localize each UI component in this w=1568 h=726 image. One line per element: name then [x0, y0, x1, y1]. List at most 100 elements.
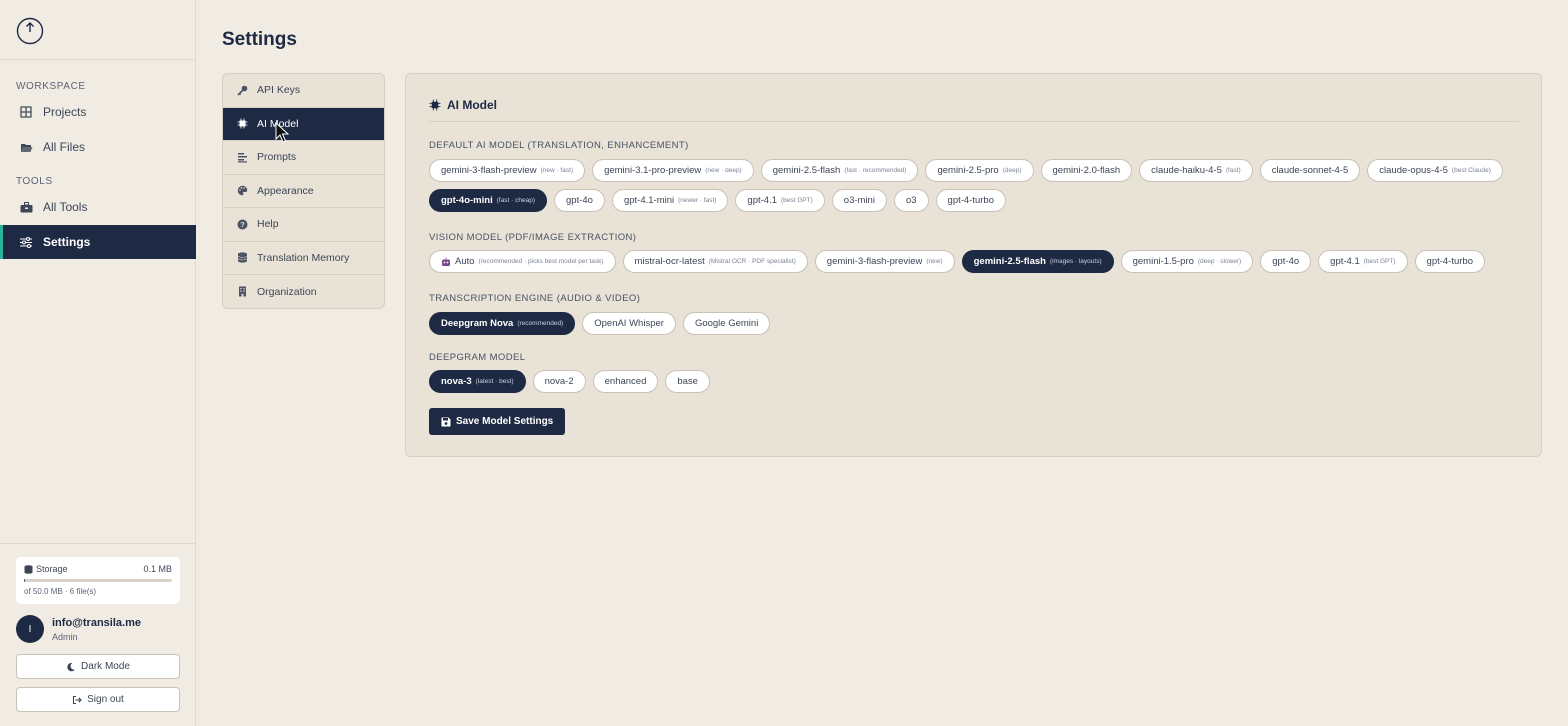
deepgram-model-label: DEEPGRAM MODEL [429, 352, 526, 363]
chip-name: mistral-ocr-latest [634, 256, 705, 267]
user-role: Admin [52, 631, 78, 642]
sidebar-item-settings[interactable]: Settings [0, 225, 196, 259]
sidebar: WORKSPACE Projects All Files TOOLS All T… [0, 0, 196, 726]
deepgram-option[interactable]: base [665, 370, 710, 393]
settings-nav: API Keys AI Model Prompts Appearance ? H… [222, 73, 385, 309]
settings-tab-ai-model[interactable]: AI Model [223, 107, 384, 141]
panel-title-text: AI Model [447, 98, 497, 112]
vision-option[interactable]: mistral-ocr-latest (Mistral OCR · PDF spe… [622, 250, 808, 273]
palette-icon [237, 185, 248, 196]
chip-name: gpt-4.1 [747, 195, 777, 206]
settings-tab-prompts[interactable]: Prompts [223, 141, 384, 175]
deepgram-option-selected[interactable]: nova-3 (latest · best) [429, 370, 526, 393]
model-option[interactable]: claude-sonnet-4-5 [1259, 159, 1361, 182]
settings-tab-help[interactable]: ? Help [223, 208, 384, 242]
avatar[interactable]: I [16, 615, 44, 643]
chip-name: nova-2 [544, 376, 574, 387]
sidebar-item-all-files[interactable]: All Files [0, 130, 196, 164]
power-logo-icon[interactable] [16, 17, 44, 45]
chip-name: nova-3 [441, 376, 472, 387]
model-option[interactable]: gpt-4-turbo [935, 189, 1007, 212]
settings-tab-organization[interactable]: Organization [223, 275, 384, 308]
chip-icon [237, 118, 248, 129]
transcription-option[interactable]: Google Gemini [682, 312, 771, 335]
dark-mode-button[interactable]: Dark Mode [16, 654, 180, 679]
section-tools: TOOLS [16, 176, 53, 187]
user-profile: I info@transila.me Admin [16, 615, 141, 643]
chip-name: gemini-2.5-flash [772, 165, 841, 176]
model-option[interactable]: gemini-3.1-pro-preview (new · deep) [592, 159, 754, 182]
vision-option-selected[interactable]: gemini-2.5-flash (images · layouts) [961, 250, 1114, 273]
model-option[interactable]: gemini-2.5-pro (deep) [925, 159, 1034, 182]
sidebar-item-projects[interactable]: Projects [0, 95, 196, 129]
vision-option[interactable]: gemini-1.5-pro (deep · slower) [1120, 250, 1254, 273]
sidebar-item-label: All Tools [43, 200, 88, 214]
vision-option[interactable]: gpt-4-turbo [1414, 250, 1486, 273]
sliders-icon [19, 235, 33, 249]
sidebar-item-label: All Files [43, 140, 86, 154]
chip-name: Auto [455, 256, 475, 267]
save-label: Save Model Settings [456, 416, 554, 427]
deepgram-option[interactable]: enhanced [592, 370, 659, 393]
model-option[interactable]: o3-mini [831, 189, 887, 212]
sign-out-button[interactable]: Sign out [16, 687, 180, 712]
chip-tag: (recommended · picks best model per task… [478, 258, 604, 265]
settings-tab-label: Prompts [257, 151, 297, 164]
transcription-option[interactable]: OpenAI Whisper [582, 312, 676, 335]
vision-option[interactable]: gpt-4o [1260, 250, 1312, 273]
model-option[interactable]: claude-haiku-4-5 (fast) [1139, 159, 1253, 182]
model-option[interactable]: gemini-3-flash-preview (new · fast) [429, 159, 586, 182]
sign-out-label: Sign out [87, 694, 124, 705]
settings-tab-translation-memory[interactable]: Translation Memory [223, 242, 384, 275]
vision-option[interactable]: gemini-3-flash-preview (new) [814, 250, 955, 273]
chip-tag: (fast · cheap) [496, 197, 536, 204]
model-option-selected[interactable]: gpt-4o-mini (fast · cheap) [429, 189, 548, 212]
model-option[interactable]: claude-opus-4-5 (best Claude) [1367, 159, 1503, 182]
chip-name: gpt-4o [566, 195, 593, 206]
chip-name: gpt-4.1-mini [623, 195, 675, 206]
chip-name: gpt-4o [1272, 256, 1300, 267]
vision-option[interactable]: gpt-4.1 (best GPT) [1318, 250, 1408, 273]
chip-name: Deepgram Nova [441, 318, 514, 329]
settings-tab-label: Translation Memory [257, 251, 350, 264]
key-icon [237, 85, 248, 96]
settings-tab-label: Help [257, 218, 279, 231]
list-icon [237, 152, 248, 163]
ai-model-panel: AI Model DEFAULT AI MODEL (TRANSLATION, … [405, 73, 1542, 457]
chip-tag: (recommended) [517, 320, 564, 327]
transcription-option-selected[interactable]: Deepgram Nova (recommended) [429, 312, 576, 335]
model-option[interactable]: gemini-2.5-flash (fast · recommended) [760, 159, 919, 182]
storage-progress-fill [24, 579, 25, 582]
grid-icon [19, 105, 33, 119]
chip-name: gemini-3-flash-preview [441, 165, 537, 176]
model-option[interactable]: o3 [893, 189, 929, 212]
sign-out-icon [72, 695, 82, 705]
chip-name: gemini-3.1-pro-preview [604, 165, 702, 176]
dark-mode-label: Dark Mode [81, 661, 130, 672]
settings-tab-label: API Keys [257, 84, 301, 97]
chip-tag: (deep) [1002, 167, 1022, 174]
chip-tag: (Mistral OCR · PDF specialist) [708, 258, 796, 265]
model-option[interactable]: gpt-4o [554, 189, 605, 212]
chip-name: claude-opus-4-5 [1379, 165, 1448, 176]
chip-tag: (new · fast) [540, 167, 574, 174]
chip-tag: (new · deep) [705, 167, 742, 174]
vision-option-auto[interactable]: Auto (recommended · picks best model per … [429, 250, 616, 273]
settings-tab-api-keys[interactable]: API Keys [223, 74, 384, 108]
chip-name: claude-sonnet-4-5 [1271, 165, 1349, 176]
user-email: info@transila.me [52, 616, 141, 629]
default-model-options-row-1: gemini-3-flash-preview (new · fast) gemin… [429, 159, 1503, 182]
chip-icon [429, 99, 441, 111]
toolbox-icon [19, 200, 33, 214]
help-icon: ? [237, 219, 248, 230]
deepgram-option[interactable]: nova-2 [532, 370, 586, 393]
page-title: Settings [222, 29, 297, 50]
save-model-settings-button[interactable]: Save Model Settings [429, 408, 566, 435]
model-option[interactable]: gpt-4.1-mini (newer · fast) [611, 189, 729, 212]
sidebar-item-all-tools[interactable]: All Tools [0, 190, 196, 224]
model-option[interactable]: gemini-2.0-flash [1040, 159, 1133, 182]
moon-icon [66, 662, 76, 672]
settings-tab-appearance[interactable]: Appearance [223, 175, 384, 208]
deepgram-options: nova-3 (latest · best) nova-2 enhanced ba… [429, 370, 710, 393]
model-option[interactable]: gpt-4.1 (best GPT) [735, 189, 825, 212]
